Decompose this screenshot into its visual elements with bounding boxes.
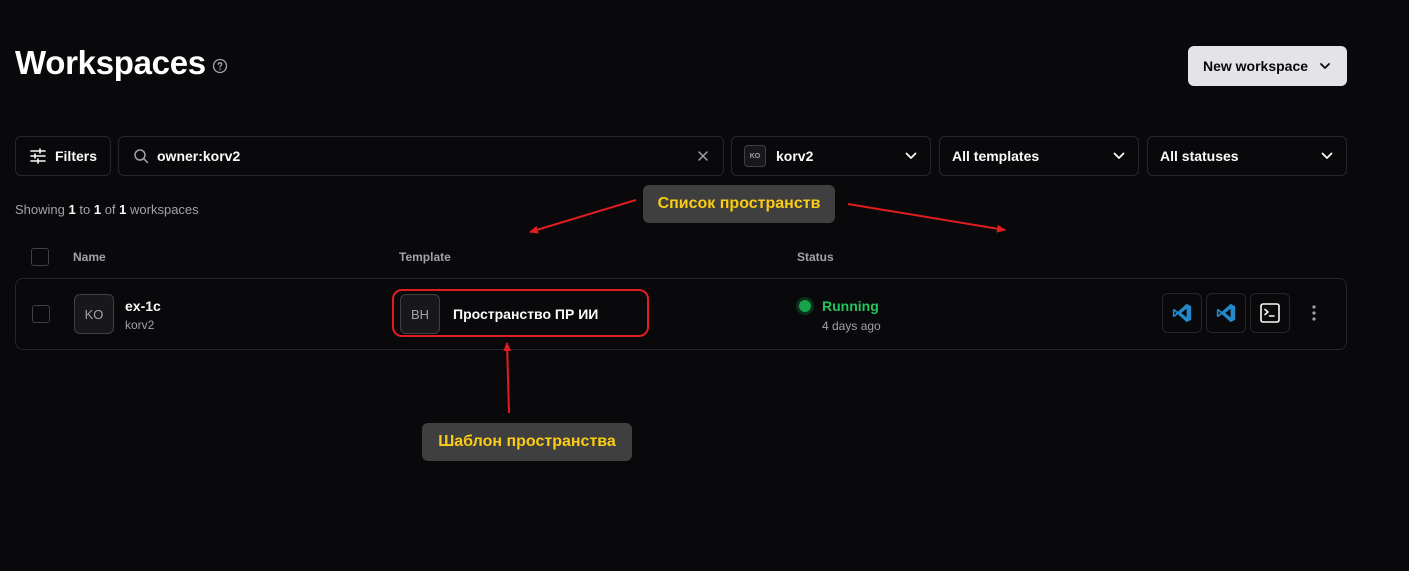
status-text: Running bbox=[822, 298, 879, 314]
workspace-owner: korv2 bbox=[125, 318, 155, 332]
help-icon[interactable] bbox=[212, 58, 228, 74]
clear-icon[interactable] bbox=[697, 150, 709, 162]
vscode-insiders-icon bbox=[1216, 303, 1236, 323]
workspace-avatar: KO bbox=[74, 294, 114, 334]
column-header-status: Status bbox=[797, 250, 834, 264]
chevron-down-icon bbox=[1321, 152, 1333, 159]
search-box[interactable] bbox=[118, 136, 724, 176]
status-time: 4 days ago bbox=[822, 319, 881, 333]
terminal-icon bbox=[1260, 303, 1280, 323]
template-name: Пространство ПР ИИ bbox=[453, 306, 599, 322]
statuses-select[interactable]: All statuses bbox=[1147, 136, 1347, 176]
new-workspace-button[interactable]: New workspace bbox=[1188, 46, 1347, 86]
filters-icon bbox=[30, 148, 46, 164]
owner-select-value: korv2 bbox=[776, 148, 814, 164]
workspace-name[interactable]: ex-1c bbox=[125, 298, 161, 314]
select-all-checkbox[interactable] bbox=[31, 248, 49, 266]
annotation-workspace-template: Шаблон пространства bbox=[422, 423, 632, 461]
filters-label: Filters bbox=[54, 148, 97, 164]
table-row[interactable] bbox=[15, 278, 1347, 350]
vscode-button[interactable] bbox=[1162, 293, 1202, 333]
column-header-template: Template bbox=[399, 250, 451, 264]
annotation-workspace-list: Список пространств bbox=[643, 185, 835, 223]
templates-select-value: All templates bbox=[952, 148, 1040, 164]
vscode-insiders-button[interactable] bbox=[1206, 293, 1246, 333]
row-checkbox[interactable] bbox=[32, 305, 50, 323]
statuses-select-value: All statuses bbox=[1160, 148, 1239, 164]
new-workspace-label: New workspace bbox=[1202, 58, 1309, 74]
more-vertical-icon bbox=[1312, 305, 1316, 321]
chevron-down-icon bbox=[905, 152, 917, 159]
owner-select[interactable]: KO korv2 bbox=[731, 136, 931, 176]
chevron-down-icon bbox=[1320, 63, 1330, 69]
chevron-down-icon bbox=[1113, 152, 1125, 159]
template-avatar: BH bbox=[400, 294, 440, 334]
column-header-name: Name bbox=[73, 250, 106, 264]
vscode-icon bbox=[1172, 303, 1192, 323]
page-title: Workspaces bbox=[15, 44, 206, 81]
more-actions-button[interactable] bbox=[1303, 300, 1325, 326]
terminal-button[interactable] bbox=[1250, 293, 1290, 333]
search-input[interactable] bbox=[157, 148, 697, 164]
status-running-dot bbox=[799, 300, 811, 312]
filters-button[interactable]: Filters bbox=[15, 136, 111, 176]
results-summary: Showing 1 to 1 of 1 workspaces bbox=[15, 202, 199, 217]
owner-avatar: KO bbox=[744, 145, 766, 167]
search-icon bbox=[134, 149, 149, 164]
templates-select[interactable]: All templates bbox=[939, 136, 1139, 176]
